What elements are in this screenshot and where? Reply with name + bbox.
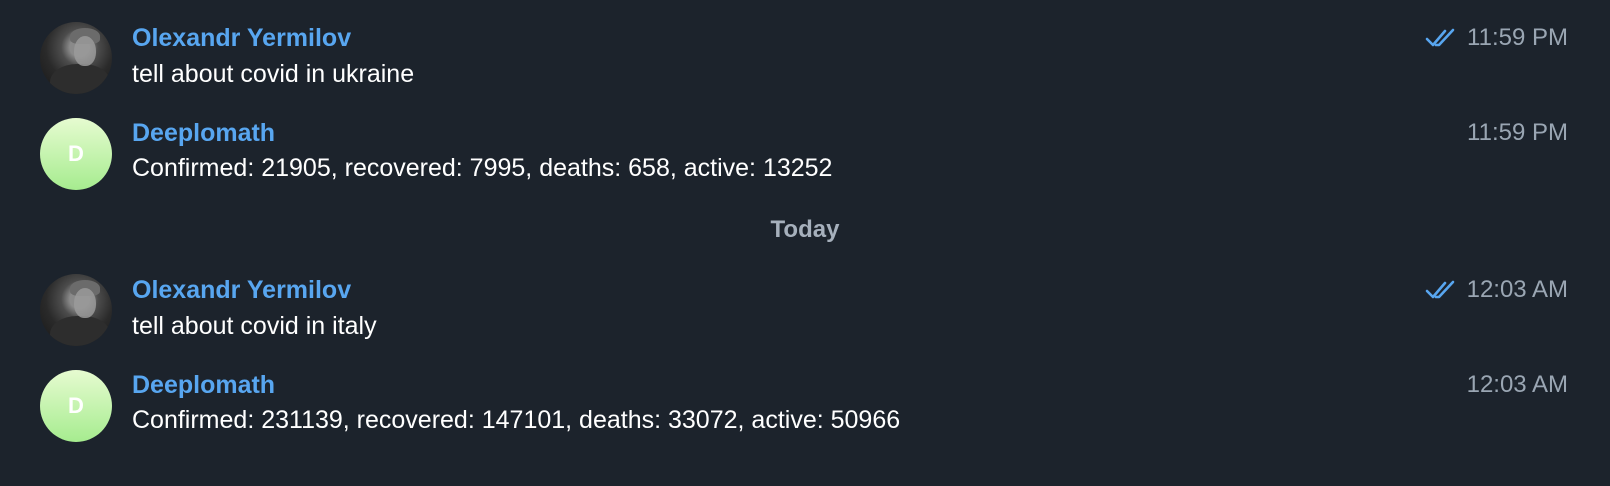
avatar-photo-body	[50, 64, 110, 94]
message-text: tell about covid in ukraine	[132, 60, 415, 88]
message-time: 12:03 AM	[1466, 371, 1568, 398]
message-row[interactable]: D Deeplomath Confirmed: 231139, recovere…	[0, 366, 1610, 456]
avatar-initial: D	[68, 141, 84, 166]
sender-name[interactable]: Olexandr Yermilov	[132, 276, 351, 305]
message-meta: 12:03 AM	[1425, 276, 1568, 304]
sender-name[interactable]: Olexandr Yermilov	[132, 24, 351, 53]
message-text: Confirmed: 231139, recovered: 147101, de…	[132, 406, 901, 434]
chat-history: Olexandr Yermilov tell about covid in uk…	[0, 0, 1610, 486]
avatar-initial: D	[68, 393, 84, 418]
sender-name[interactable]: Deeplomath	[132, 371, 275, 400]
user-avatar[interactable]	[40, 274, 112, 346]
user-avatar[interactable]	[40, 22, 112, 94]
avatar-photo-body	[50, 316, 110, 346]
message-text: tell about covid in italy	[132, 312, 377, 340]
bot-avatar[interactable]: D	[40, 370, 112, 442]
message-time: 11:59 PM	[1467, 119, 1568, 146]
sender-name[interactable]: Deeplomath	[132, 119, 275, 148]
double-check-icon	[1425, 280, 1454, 299]
message-row[interactable]: Olexandr Yermilov tell about covid in it…	[0, 270, 1610, 360]
double-check-icon	[1425, 28, 1455, 47]
message-time: 11:59 PM	[1467, 24, 1568, 51]
message-text: Confirmed: 21905, recovered: 7995, death…	[132, 154, 833, 182]
message-meta: 11:59 PM	[1425, 24, 1568, 52]
bot-avatar[interactable]: D	[40, 118, 112, 190]
message-meta: 12:03 AM	[1467, 371, 1568, 399]
avatar-photo-face	[74, 36, 96, 66]
message-meta: 11:59 PM	[1467, 119, 1568, 147]
avatar-photo-face	[74, 288, 96, 318]
message-row[interactable]: D Deeplomath Confirmed: 21905, recovered…	[0, 114, 1610, 204]
message-row[interactable]: Olexandr Yermilov tell about covid in uk…	[0, 18, 1610, 108]
date-separator: Today	[770, 216, 840, 243]
message-time: 12:03 AM	[1466, 276, 1568, 303]
